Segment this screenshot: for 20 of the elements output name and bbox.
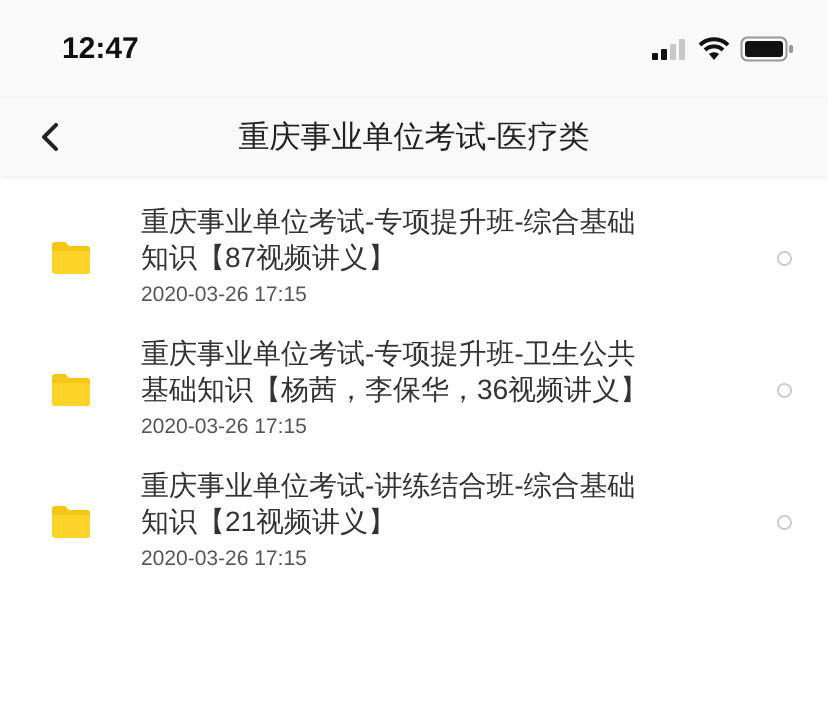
select-radio[interactable]	[777, 382, 792, 398]
folder-icon	[52, 374, 90, 406]
file-row[interactable]: 重庆事业单位考试-专项提升班-卫生公共基础知识【杨茜，李保华，36视频讲义】 2020-03-26 17:15	[0, 336, 828, 444]
page-title: 重庆事业单位考试-医疗类	[238, 118, 590, 156]
folder-name: 重庆事业单位考试-专项提升班-综合基础知识【87视频讲义】	[141, 205, 637, 275]
modified-date: 2020-03-26 17:15	[141, 414, 308, 440]
battery-icon	[740, 36, 794, 62]
wifi-icon	[698, 37, 730, 61]
status-time: 12:47	[62, 32, 139, 66]
select-radio[interactable]	[777, 250, 792, 266]
signal-icon	[652, 38, 688, 60]
select-radio[interactable]	[777, 514, 792, 530]
folder-name: 重庆事业单位考试-讲练结合班-综合基础知识【21视频讲义】	[141, 469, 637, 539]
modified-date: 2020-03-26 17:15	[141, 282, 308, 308]
file-row[interactable]: 重庆事业单位考试-专项提升班-综合基础知识【87视频讲义】 2020-03-26 17:15	[0, 204, 828, 312]
folder-name: 重庆事业单位考试-专项提升班-卫生公共基础知识【杨茜，李保华，36视频讲义】	[141, 337, 650, 407]
folder-icon	[52, 242, 90, 274]
modified-date: 2020-03-26 17:15	[141, 546, 308, 572]
folder-icon	[52, 506, 90, 538]
file-row[interactable]: 重庆事业单位考试-讲练结合班-综合基础知识【21视频讲义】 2020-03-26 17:15	[0, 468, 828, 576]
